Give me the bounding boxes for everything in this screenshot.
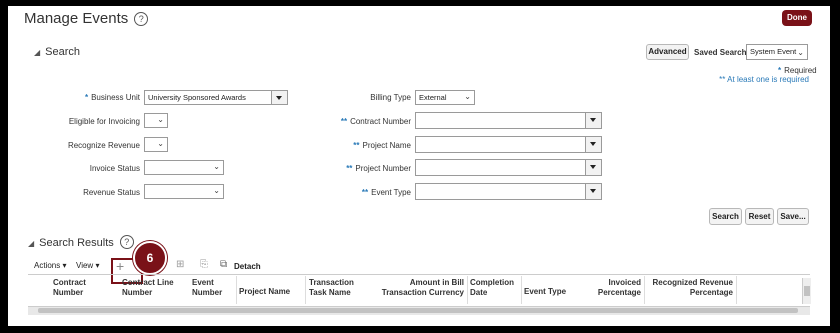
column-divider — [521, 276, 522, 304]
horizontal-scrollbar[interactable] — [28, 306, 810, 315]
actions-menu[interactable]: Actions ▾ — [34, 261, 66, 270]
col-transaction-task-name[interactable]: Transaction Task Name — [309, 278, 354, 298]
detach-icon[interactable]: ⧉ — [220, 259, 227, 270]
at-least-one-note: ** At least one is required — [719, 75, 809, 84]
eligible-invoicing-label: Eligible for Invoicing — [68, 117, 140, 126]
revenue-status-label: Revenue Status — [83, 188, 140, 197]
business-unit-label: * Business Unit — [84, 93, 140, 102]
contract-number-label: ** Contract Number — [340, 117, 411, 126]
project-name-input[interactable] — [415, 136, 602, 153]
vertical-scrollbar[interactable] — [802, 278, 811, 304]
saved-search-label: Saved Search — [694, 48, 747, 57]
column-divider — [236, 276, 237, 304]
column-divider — [467, 276, 468, 304]
event-type-input[interactable] — [415, 183, 602, 200]
chevron-down-icon: ⌄ — [213, 162, 220, 171]
chevron-down-icon: ⌄ — [464, 92, 471, 101]
dropdown-search-icon[interactable] — [585, 184, 601, 199]
col-event-number[interactable]: Event Number — [192, 278, 222, 298]
col-contract-line-number[interactable]: Contract Line Number — [122, 278, 174, 298]
col-amount-bill-currency[interactable]: Amount in Bill Transaction Currency — [378, 278, 464, 298]
dropdown-search-icon[interactable] — [585, 137, 601, 152]
recognize-revenue-label: Recognize Revenue — [67, 141, 140, 150]
manage-events-page: Manage Events? Done ◢ Search Advanced Sav… — [8, 6, 830, 326]
project-number-label: ** Project Number — [346, 164, 411, 173]
vertical-scrollbar-thumb[interactable] — [804, 286, 810, 296]
contract-number-input[interactable] — [415, 112, 602, 129]
detach-button[interactable]: Detach — [234, 262, 261, 271]
dropdown-search-icon[interactable] — [585, 160, 601, 175]
eligible-invoicing-select[interactable]: ⌄ — [144, 113, 168, 128]
invoice-status-select[interactable]: ⌄ — [144, 160, 224, 175]
export-icon[interactable]: ⎘ — [200, 259, 208, 270]
save-button[interactable]: Save... — [777, 208, 809, 225]
advanced-button[interactable]: Advanced — [646, 44, 689, 60]
help-icon[interactable]: ? — [119, 235, 134, 249]
search-results-header[interactable]: ◢ Search Results? — [28, 235, 134, 249]
table-top-border — [28, 274, 810, 275]
dropdown-search-icon[interactable] — [271, 91, 287, 104]
billing-type-select[interactable]: External ⌄ — [415, 90, 475, 105]
saved-search-select[interactable]: System Event ⌄ — [746, 44, 808, 60]
column-divider — [644, 276, 645, 304]
collapse-triangle-icon[interactable]: ◢ — [28, 239, 34, 248]
help-icon[interactable]: ? — [134, 12, 149, 26]
col-invoiced-percentage[interactable]: Invoiced Percentage — [592, 278, 641, 298]
done-button[interactable]: Done — [782, 10, 812, 26]
recognize-revenue-select[interactable]: ⌄ — [144, 137, 168, 152]
search-button[interactable]: Search — [709, 208, 742, 225]
chevron-down-icon: ⌄ — [213, 186, 220, 195]
chevron-down-icon: ⌄ — [157, 115, 164, 124]
col-contract-number[interactable]: Contract Number — [53, 278, 86, 298]
freeze-columns-icon[interactable]: ⊞ — [176, 259, 184, 270]
col-event-type[interactable]: Event Type — [524, 287, 566, 297]
view-menu[interactable]: View ▾ — [76, 261, 99, 270]
chevron-down-icon: ⌄ — [157, 139, 164, 148]
project-name-label: ** Project Name — [353, 141, 411, 150]
billing-type-label: Billing Type — [370, 93, 411, 102]
col-project-name[interactable]: Project Name — [239, 287, 290, 297]
column-divider — [736, 276, 737, 304]
required-note: * Required — [778, 66, 817, 75]
col-completion-date[interactable]: Completion Date — [470, 278, 514, 298]
project-number-input[interactable] — [415, 159, 602, 176]
dropdown-search-icon[interactable] — [585, 113, 601, 128]
step-callout: 6 — [133, 241, 167, 275]
business-unit-input[interactable]: University Sponsored Awards — [144, 90, 288, 105]
revenue-status-select[interactable]: ⌄ — [144, 184, 224, 199]
invoice-status-label: Invoice Status — [89, 164, 140, 173]
search-section-header[interactable]: ◢ Search — [34, 46, 80, 58]
page-title: Manage Events? — [24, 10, 149, 27]
column-divider — [305, 276, 306, 304]
scrollbar-thumb[interactable] — [38, 308, 798, 313]
triangle-down-icon: ▾ — [62, 261, 67, 270]
reset-button[interactable]: Reset — [745, 208, 774, 225]
event-type-label: ** Event Type — [361, 188, 411, 197]
triangle-down-icon: ▾ — [95, 261, 100, 270]
chevron-down-icon: ⌄ — [797, 48, 804, 57]
col-recognized-revenue-percentage[interactable]: Recognized Revenue Percentage — [648, 278, 733, 298]
collapse-triangle-icon[interactable]: ◢ — [34, 48, 40, 57]
